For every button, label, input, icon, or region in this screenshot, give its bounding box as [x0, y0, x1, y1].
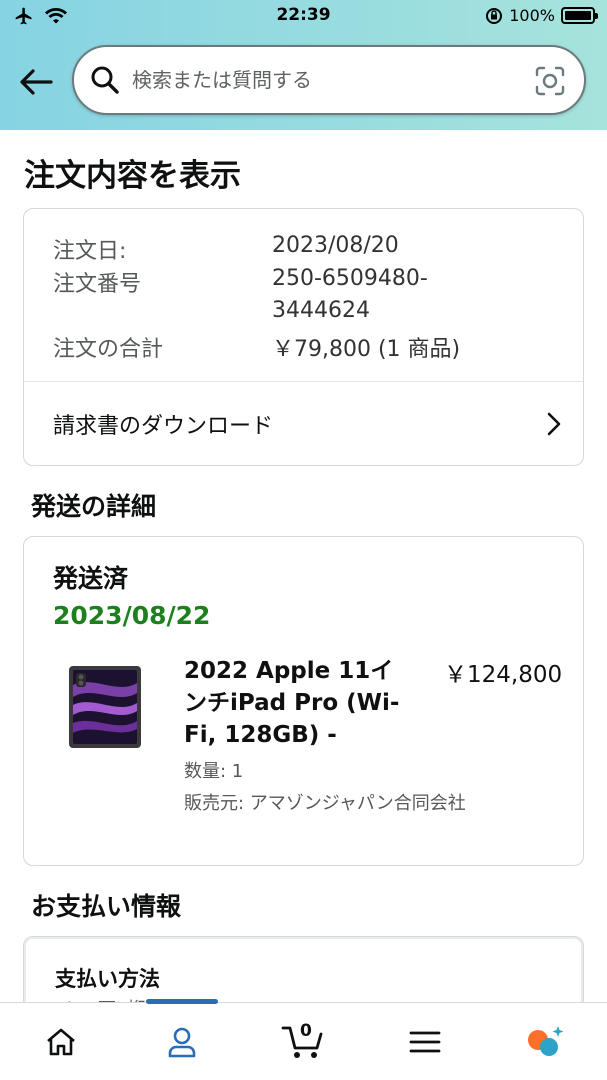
search-icon: [91, 66, 119, 94]
order-date-value: 2023/08/20: [272, 233, 399, 258]
download-invoice-link[interactable]: 請求書のダウンロード: [24, 382, 583, 466]
product-title-line2: ンチiPad Pro (Wi-: [184, 690, 400, 716]
bottom-tab-bar: 0: [0, 999, 607, 1080]
order-date-label: 注文日:: [53, 239, 127, 264]
payment-info-heading: お支払い情報: [31, 892, 182, 921]
tab-rufus[interactable]: [485, 1003, 606, 1080]
product-price: ￥124,800: [444, 662, 563, 688]
product-seller: 販売元: アマゾンジャパン合同会社: [184, 793, 466, 814]
product-image[interactable]: [68, 665, 142, 749]
menu-icon: [409, 1031, 440, 1053]
search-input[interactable]: [132, 61, 512, 99]
search-bar[interactable]: [72, 45, 586, 115]
back-arrow-icon: [20, 69, 53, 95]
app-header: 22:39 100%: [0, 0, 607, 130]
order-number-label: 注文番号: [53, 272, 142, 297]
battery-percent: 100%: [509, 6, 555, 25]
download-invoice-label: 請求書のダウンロード: [53, 414, 274, 439]
rufus-assistant-icon: [527, 1026, 563, 1056]
product-title-line1: 2022 Apple 11イ: [184, 658, 394, 684]
shipment-status: 発送済: [53, 564, 129, 593]
status-right: 100%: [485, 6, 598, 25]
status-bar: 22:39 100%: [0, 0, 607, 34]
back-button[interactable]: [16, 62, 56, 102]
tab-cart[interactable]: [242, 1003, 363, 1080]
order-total-value: ￥79,800 (1 商品): [272, 337, 461, 362]
payment-method-label: 支払い方法: [55, 967, 160, 991]
camera-search-icon[interactable]: [534, 65, 566, 97]
product-title-line3: Fi, 128GB) -: [184, 722, 337, 748]
page-title: 注文内容を表示: [24, 158, 241, 194]
account-icon: [168, 1027, 195, 1058]
tab-account[interactable]: [121, 1003, 242, 1080]
home-icon: [46, 1028, 75, 1056]
order-number-value-line1: 250-6509480-: [272, 266, 428, 291]
chevron-right-icon: [547, 412, 561, 436]
tab-home[interactable]: [0, 1003, 121, 1080]
tab-menu[interactable]: [364, 1003, 485, 1080]
shipment-date: 2023/08/22: [53, 601, 211, 630]
orientation-lock-icon: [486, 7, 503, 24]
order-summary-card: 注文日: 2023/08/20 注文番号 250-6509480- 344462…: [23, 208, 584, 466]
product-quantity: 数量: 1: [184, 761, 244, 782]
product-title-link[interactable]: 2022 Apple 11イ ンチiPad Pro (Wi- Fi, 128GB…: [184, 655, 424, 751]
battery-icon: [561, 7, 598, 24]
shipment-card: 発送済 2023/08/22 2022 Apple 11イ ンチiPad Pro…: [23, 536, 584, 866]
order-total-label: 注文の合計: [53, 337, 164, 362]
shipping-details-heading: 発送の詳細: [31, 492, 157, 521]
cart-count-badge: 0: [300, 1021, 312, 1041]
order-number-value-line2: 3444624: [272, 298, 370, 323]
